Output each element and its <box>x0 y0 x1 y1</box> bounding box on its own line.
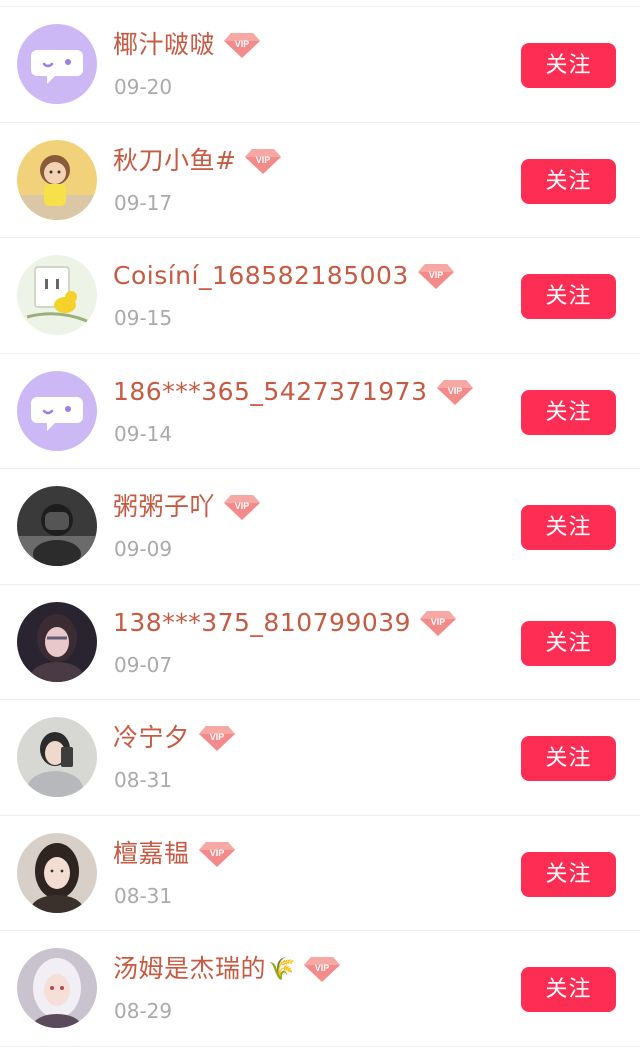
svg-text:VIP: VIP <box>447 386 462 396</box>
follow-date: 08-31 <box>114 768 173 792</box>
follow-button[interactable]: 关注 <box>521 43 616 88</box>
svg-text:VIP: VIP <box>256 155 271 165</box>
list-item[interactable]: 粥粥子吖 VIP 09-09 关注 <box>0 469 640 585</box>
user-name[interactable]: 椰汁啵啵 <box>113 27 215 63</box>
vip-badge-icon: VIP <box>223 30 261 60</box>
avatar[interactable] <box>17 948 97 1028</box>
vip-badge-icon: VIP <box>198 723 236 753</box>
follow-date: 08-29 <box>114 999 173 1023</box>
avatar[interactable] <box>17 24 97 104</box>
user-name[interactable]: 186***365_5427371973 <box>113 374 428 410</box>
follow-button[interactable]: 关注 <box>521 274 616 319</box>
avatar[interactable] <box>17 255 97 335</box>
svg-text:VIP: VIP <box>209 732 224 742</box>
user-list: 椰汁啵啵 VIP 09-20 关注 秋刀小鱼# VIP 09-17 关注 Coi… <box>0 7 640 1047</box>
list-item[interactable]: 檀嘉韫 VIP 08-31 关注 <box>0 816 640 931</box>
vip-badge-icon: VIP <box>223 492 261 522</box>
follow-button[interactable]: 关注 <box>521 505 616 550</box>
vip-badge-icon: VIP <box>436 377 474 407</box>
list-item[interactable]: 138***375_810799039 VIP 09-07 关注 <box>0 585 640 700</box>
follow-date: 09-20 <box>114 75 173 99</box>
follow-button[interactable]: 关注 <box>521 389 616 435</box>
follow-date: 08-31 <box>114 883 173 908</box>
vip-badge-icon: VIP <box>417 261 455 291</box>
follower-list-page: 椰汁啵啵 VIP 09-20 关注 秋刀小鱼# VIP 09-17 关注 Coi… <box>0 0 640 1060</box>
avatar[interactable] <box>17 486 97 566</box>
user-name[interactable]: 冷宁夕 <box>113 720 190 756</box>
doll-photo-icon <box>17 139 97 220</box>
follow-button[interactable]: 关注 <box>521 158 616 204</box>
user-name[interactable]: 秋刀小鱼# <box>113 143 236 179</box>
vip-badge-icon: VIP <box>303 954 341 984</box>
follow-button[interactable]: 关注 <box>521 736 616 781</box>
vip-badge-icon: VIP <box>419 608 457 638</box>
follow-date: 09-09 <box>114 537 173 561</box>
person-photo-icon <box>17 486 97 566</box>
follow-date: 09-15 <box>114 306 173 330</box>
list-item[interactable]: 186***365_5427371973 VIP 09-14 关注 <box>0 354 640 469</box>
follow-button[interactable]: 关注 <box>521 620 616 666</box>
girl-portrait-icon <box>17 832 97 913</box>
svg-text:VIP: VIP <box>235 501 250 511</box>
follow-button[interactable]: 关注 <box>521 851 616 897</box>
list-item[interactable]: Coisíní_168582185003 VIP 09-15 关注 <box>0 238 640 354</box>
svg-text:VIP: VIP <box>235 39 250 49</box>
follow-date: 09-14 <box>114 421 173 446</box>
user-name[interactable]: Coisíní_168582185003 <box>113 258 409 294</box>
avatar[interactable] <box>17 717 97 797</box>
avatar[interactable] <box>17 601 97 682</box>
svg-text:VIP: VIP <box>429 270 444 280</box>
svg-text:VIP: VIP <box>315 963 330 973</box>
default-chat-avatar-icon <box>17 24 97 104</box>
avatar[interactable] <box>17 139 97 220</box>
default-chat-avatar-icon <box>17 370 97 451</box>
duck-plug-icon <box>17 255 97 335</box>
avatar[interactable] <box>17 370 97 451</box>
svg-text:VIP: VIP <box>209 848 224 858</box>
list-item[interactable]: 秋刀小鱼# VIP 09-17 关注 <box>0 123 640 238</box>
follow-date: 09-07 <box>114 652 173 677</box>
list-item[interactable]: 椰汁啵啵 VIP 09-20 关注 <box>0 7 640 123</box>
list-item[interactable]: 汤姆是杰瑞的 🌾 VIP 08-29 关注 <box>0 931 640 1047</box>
vip-badge-icon: VIP <box>198 839 236 869</box>
list-item[interactable]: 冷宁夕 VIP 08-31 关注 <box>0 700 640 816</box>
svg-text:VIP: VIP <box>431 617 446 627</box>
user-name[interactable]: 粥粥子吖 <box>113 489 215 525</box>
mirror-selfie-icon <box>17 717 97 797</box>
follow-button[interactable]: 关注 <box>521 967 616 1012</box>
girl-photo-icon <box>17 601 97 682</box>
anime-girl-icon <box>17 948 97 1028</box>
user-name[interactable]: 汤姆是杰瑞的 <box>113 951 266 987</box>
user-name[interactable]: 138***375_810799039 <box>113 605 411 641</box>
follow-date: 09-17 <box>114 190 173 215</box>
wheat-emoji-icon: 🌾 <box>268 956 296 982</box>
user-name[interactable]: 檀嘉韫 <box>113 836 190 872</box>
vip-badge-icon: VIP <box>244 146 282 176</box>
avatar[interactable] <box>17 832 97 913</box>
